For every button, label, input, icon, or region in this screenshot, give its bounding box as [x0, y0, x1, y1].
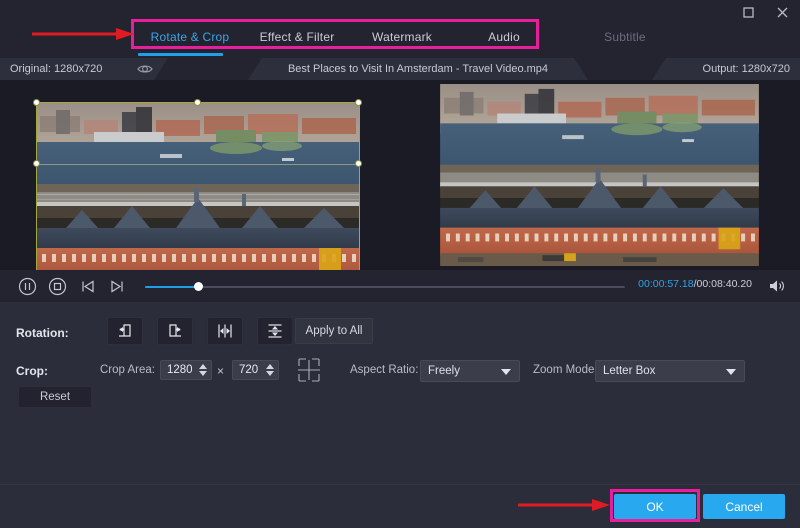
- output-video-frame: [432, 84, 767, 266]
- crop-handle-middle-left[interactable]: [33, 160, 40, 167]
- tab-watermark[interactable]: Watermark: [355, 20, 449, 54]
- crop-height-stepper[interactable]: 720: [232, 360, 279, 380]
- crop-handle-middle-right[interactable]: [355, 160, 362, 167]
- apply-to-all-label: Apply to All: [306, 325, 363, 337]
- ok-button[interactable]: OK: [614, 494, 696, 519]
- tab-label: Watermark: [372, 30, 432, 44]
- ok-pointer-arrow: [516, 498, 611, 512]
- close-button[interactable]: [772, 2, 792, 22]
- active-tab-indicator: [138, 53, 223, 56]
- tab-label: Rotate & Crop: [151, 30, 230, 44]
- crop-width-stepper-arrows[interactable]: [197, 361, 211, 379]
- crop-height-value: 720: [233, 364, 264, 376]
- cancel-label: Cancel: [725, 500, 762, 514]
- volume-icon[interactable]: [768, 278, 786, 294]
- settings-panel: Rotation:: [0, 302, 800, 484]
- seek-bar[interactable]: [145, 285, 625, 289]
- maximize-button[interactable]: [738, 2, 758, 22]
- tab-label: Effect & Filter: [260, 30, 335, 44]
- crop-area-label: Crop Area:: [100, 364, 155, 376]
- seek-track: [145, 286, 625, 288]
- dialog-footer: OK Cancel: [0, 484, 800, 528]
- chevron-down-icon: [501, 369, 511, 375]
- crop-width-value: 1280: [161, 364, 197, 376]
- total-time: 00:08:40.20: [697, 278, 752, 290]
- reset-button[interactable]: Reset: [18, 386, 92, 408]
- time-display: 00:00:57.18/00:08:40.20: [638, 278, 752, 290]
- crop-width-stepper[interactable]: 1280: [160, 360, 212, 380]
- zoom-mode-select[interactable]: Letter Box: [595, 360, 745, 382]
- rotation-label: Rotation:: [16, 326, 69, 340]
- flip-horizontal-button[interactable]: [207, 317, 243, 345]
- apply-to-all-button[interactable]: Apply to All: [295, 318, 373, 344]
- zoom-mode-label: Zoom Mode:: [533, 364, 598, 376]
- rotate-right-icon: [167, 323, 183, 339]
- tab-label: Subtitle: [604, 30, 646, 44]
- next-frame-button[interactable]: [106, 275, 128, 297]
- flip-vertical-button[interactable]: [257, 317, 293, 345]
- aspect-ratio-label: Aspect Ratio:: [350, 364, 418, 376]
- tab-audio[interactable]: Audio: [470, 20, 538, 54]
- aspect-ratio-select[interactable]: Freely: [420, 360, 520, 382]
- tab-rotate-crop[interactable]: Rotate & Crop: [140, 20, 240, 54]
- crop-label: Crop:: [16, 364, 48, 378]
- crop-selection-rect[interactable]: [36, 102, 360, 270]
- crop-handle-top-left[interactable]: [33, 99, 40, 106]
- file-name-label: Best Places to Visit In Amsterdam - Trav…: [288, 63, 548, 75]
- eye-icon[interactable]: [136, 61, 154, 77]
- crop-handle-top-right[interactable]: [355, 99, 362, 106]
- reset-label: Reset: [40, 391, 70, 403]
- preview-area: Original: 1280x720 Best Places to Visit …: [0, 58, 800, 270]
- flip-vertical-icon: [267, 323, 283, 339]
- crop-gridline-horizontal: [37, 164, 359, 165]
- preview-label-strip: Original: 1280x720 Best Places to Visit …: [0, 58, 800, 80]
- chevron-down-icon: [726, 369, 736, 375]
- output-preview[interactable]: [400, 80, 800, 270]
- file-name-chip: Best Places to Visit In Amsterdam - Trav…: [248, 58, 588, 80]
- seek-handle[interactable]: [194, 282, 203, 291]
- player-controls: 00:00:57.18/00:08:40.20: [0, 270, 800, 302]
- video-editor-dialog: Rotate & Crop Effect & Filter Watermark …: [0, 0, 800, 528]
- output-resolution-label: Output: 1280x720: [703, 63, 790, 75]
- output-resolution-chip: Output: 1280x720: [652, 58, 800, 80]
- rotate-right-button[interactable]: [157, 317, 193, 345]
- crop-handle-top-center[interactable]: [194, 99, 201, 106]
- source-preview[interactable]: [0, 80, 400, 270]
- tab-subtitle[interactable]: Subtitle: [586, 20, 664, 54]
- window-controls: [738, 2, 792, 22]
- zoom-mode-value: Letter Box: [603, 365, 655, 377]
- flip-horizontal-icon: [217, 323, 233, 339]
- cancel-button[interactable]: Cancel: [703, 494, 785, 519]
- tab-label: Audio: [488, 30, 520, 44]
- ok-label: OK: [646, 500, 663, 514]
- crop-height-stepper-arrows[interactable]: [264, 361, 278, 379]
- tab-pointer-arrow: [30, 27, 135, 41]
- previous-frame-button[interactable]: [76, 275, 98, 297]
- pause-button[interactable]: [16, 275, 38, 297]
- seek-fill: [145, 286, 198, 288]
- stop-button[interactable]: [46, 275, 68, 297]
- rotate-left-button[interactable]: [107, 317, 143, 345]
- tab-effect-filter[interactable]: Effect & Filter: [247, 20, 347, 54]
- crop-position-icon[interactable]: [295, 357, 323, 383]
- original-resolution-label: Original: 1280x720: [10, 63, 102, 75]
- crop-dimension-separator: ×: [217, 364, 224, 378]
- aspect-ratio-value: Freely: [428, 365, 460, 377]
- rotate-left-icon: [117, 323, 133, 339]
- current-time: 00:00:57.18: [638, 278, 693, 290]
